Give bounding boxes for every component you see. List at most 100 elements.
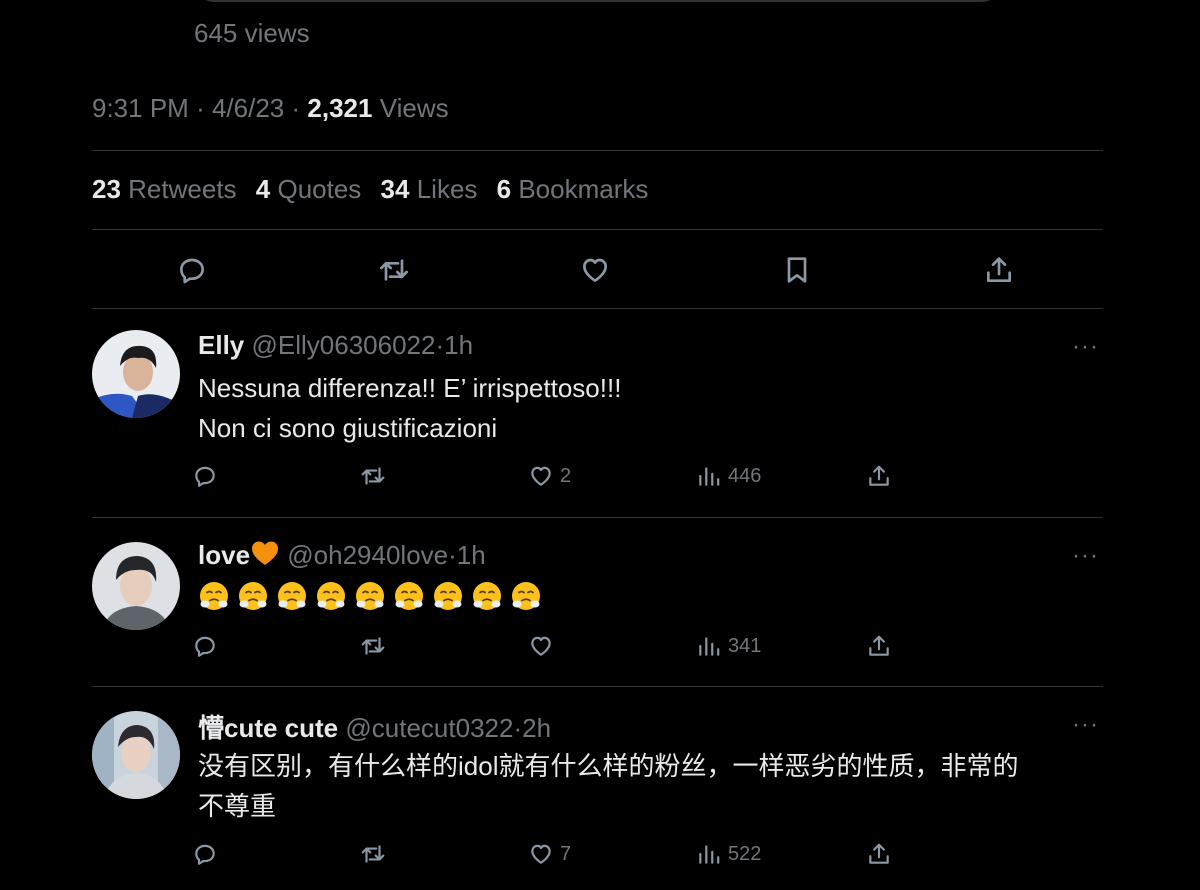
more-options-button[interactable]: ··· [1072, 333, 1099, 361]
share-button[interactable] [866, 458, 892, 494]
retweet-button[interactable] [360, 836, 386, 872]
steam-face-emoji-icon [395, 582, 423, 610]
reply-tweet[interactable]: love @oh2940love·1h ··· 341 [92, 518, 1103, 686]
likes-label: Likes [416, 174, 478, 204]
reply-time[interactable]: 1h [444, 330, 473, 360]
avatar-image [92, 330, 180, 418]
heart-icon [531, 844, 551, 864]
avatar[interactable] [92, 542, 180, 630]
reply-button[interactable] [192, 628, 218, 664]
steam-face-emoji-icon [434, 582, 462, 610]
share-icon [869, 465, 889, 486]
share-icon [869, 635, 889, 656]
reply-time[interactable]: 1h [457, 540, 486, 570]
meta-separator: · [196, 93, 205, 123]
more-options-button[interactable]: ··· [1072, 711, 1099, 739]
orange-heart-icon [252, 541, 279, 565]
reply-text-line: Non ci sono giustificazioni [198, 413, 498, 443]
reply-tweet[interactable]: Elly @Elly06306022·1h ··· Nessuna differ… [92, 309, 1103, 517]
more-options-button[interactable]: ··· [1072, 542, 1099, 570]
tweet-time[interactable]: 9:31 PM [92, 93, 189, 123]
user-handle[interactable]: @Elly06306022 [251, 330, 435, 360]
reply-text: Nessuna differenza!! E’ irrispettoso!!! … [198, 368, 621, 448]
steam-face-emoji-icon [512, 582, 540, 610]
share-button[interactable] [866, 628, 892, 664]
display-name[interactable]: love [198, 540, 250, 570]
share-icon [869, 843, 889, 864]
share-button[interactable] [979, 250, 1019, 290]
reply-tweet[interactable]: 懵cute cute @cutecut0322·2h ··· 没有区别，有什么样… [92, 687, 1103, 887]
steam-face-emoji-icon [317, 582, 345, 610]
reply-text-line: 不尊重 [198, 791, 277, 821]
views-count: 2,321 [307, 93, 373, 123]
quotes-count: 4 [255, 174, 271, 204]
reply-button[interactable] [192, 836, 218, 872]
retweet-button[interactable] [360, 628, 386, 664]
user-handle[interactable]: @cutecut0322 [345, 713, 513, 743]
analytics-icon [699, 845, 720, 864]
share-button[interactable] [866, 836, 892, 872]
reply-header: Elly @Elly06306022·1h [198, 330, 473, 361]
divider [92, 150, 1103, 151]
header-separator: · [448, 540, 457, 570]
retweet-button[interactable] [374, 250, 414, 290]
retweets-label: Retweets [128, 174, 237, 204]
more-icon: ··· [1072, 711, 1099, 738]
reply-icon [195, 636, 215, 657]
retweet-icon [361, 845, 385, 863]
avatar[interactable] [92, 330, 180, 418]
reply-time[interactable]: 2h [522, 713, 551, 743]
bookmark-icon [787, 257, 807, 283]
bookmark-button[interactable] [777, 250, 817, 290]
like-button[interactable] [575, 250, 615, 290]
meta-separator: · [291, 93, 301, 123]
views-label: Views [379, 93, 449, 123]
quoted-tweet-card-edge[interactable] [198, 0, 998, 2]
more-icon: ··· [1072, 542, 1099, 569]
likes-stat[interactable]: 34 Likes [381, 174, 478, 204]
retweet-icon [380, 259, 408, 281]
header-separator: · [435, 330, 445, 360]
reply-button[interactable] [192, 458, 218, 494]
tweet-date[interactable]: 4/6/23 [212, 93, 284, 123]
like-button[interactable] [528, 628, 554, 664]
avatar-image [92, 542, 180, 630]
divider [92, 229, 1103, 230]
avatar-image [92, 711, 180, 799]
reply-icon [180, 258, 204, 284]
retweets-count: 23 [92, 174, 121, 204]
reply-action-bar: 2 446 [195, 458, 918, 494]
display-name[interactable]: 懵cute cute [198, 713, 338, 743]
like-button[interactable]: 2 [528, 458, 571, 494]
reply-icon [195, 466, 215, 487]
engagement-stats: 23 Retweets 4 Quotes 34 Likes 6 Bookmark… [92, 174, 648, 205]
heart-icon [531, 636, 551, 656]
view-count: 446 [728, 464, 762, 487]
reply-emoji-text [198, 580, 542, 612]
steam-face-emoji-icon [356, 582, 384, 610]
views-button[interactable]: 522 [696, 836, 761, 872]
retweet-icon [361, 467, 385, 485]
quotes-label: Quotes [277, 174, 362, 204]
tweet-action-bar [92, 246, 1103, 296]
bookmarks-stat[interactable]: 6 Bookmarks [497, 174, 649, 204]
views-button[interactable]: 446 [696, 458, 761, 494]
like-count: 2 [560, 464, 572, 487]
quotes-stat[interactable]: 4 Quotes [256, 174, 362, 204]
display-name[interactable]: Elly [198, 330, 244, 360]
views-button[interactable]: 341 [696, 628, 761, 664]
like-count: 7 [560, 842, 572, 865]
reply-action-bar: 341 [195, 628, 918, 664]
share-icon [987, 257, 1011, 282]
retweets-stat[interactable]: 23 Retweets [92, 174, 237, 204]
reply-header: 懵cute cute @cutecut0322·2h [198, 708, 551, 745]
more-icon: ··· [1072, 333, 1099, 360]
like-button[interactable]: 7 [528, 836, 571, 872]
quoted-tweet-views: 645 views [194, 18, 310, 48]
retweet-button[interactable] [360, 458, 386, 494]
analytics-icon [699, 467, 720, 486]
reply-button[interactable] [172, 250, 212, 290]
avatar[interactable] [92, 711, 180, 799]
reply-text-line: Nessuna differenza!! E’ irrispettoso!!! [198, 373, 622, 403]
user-handle[interactable]: @oh2940love [287, 540, 448, 570]
